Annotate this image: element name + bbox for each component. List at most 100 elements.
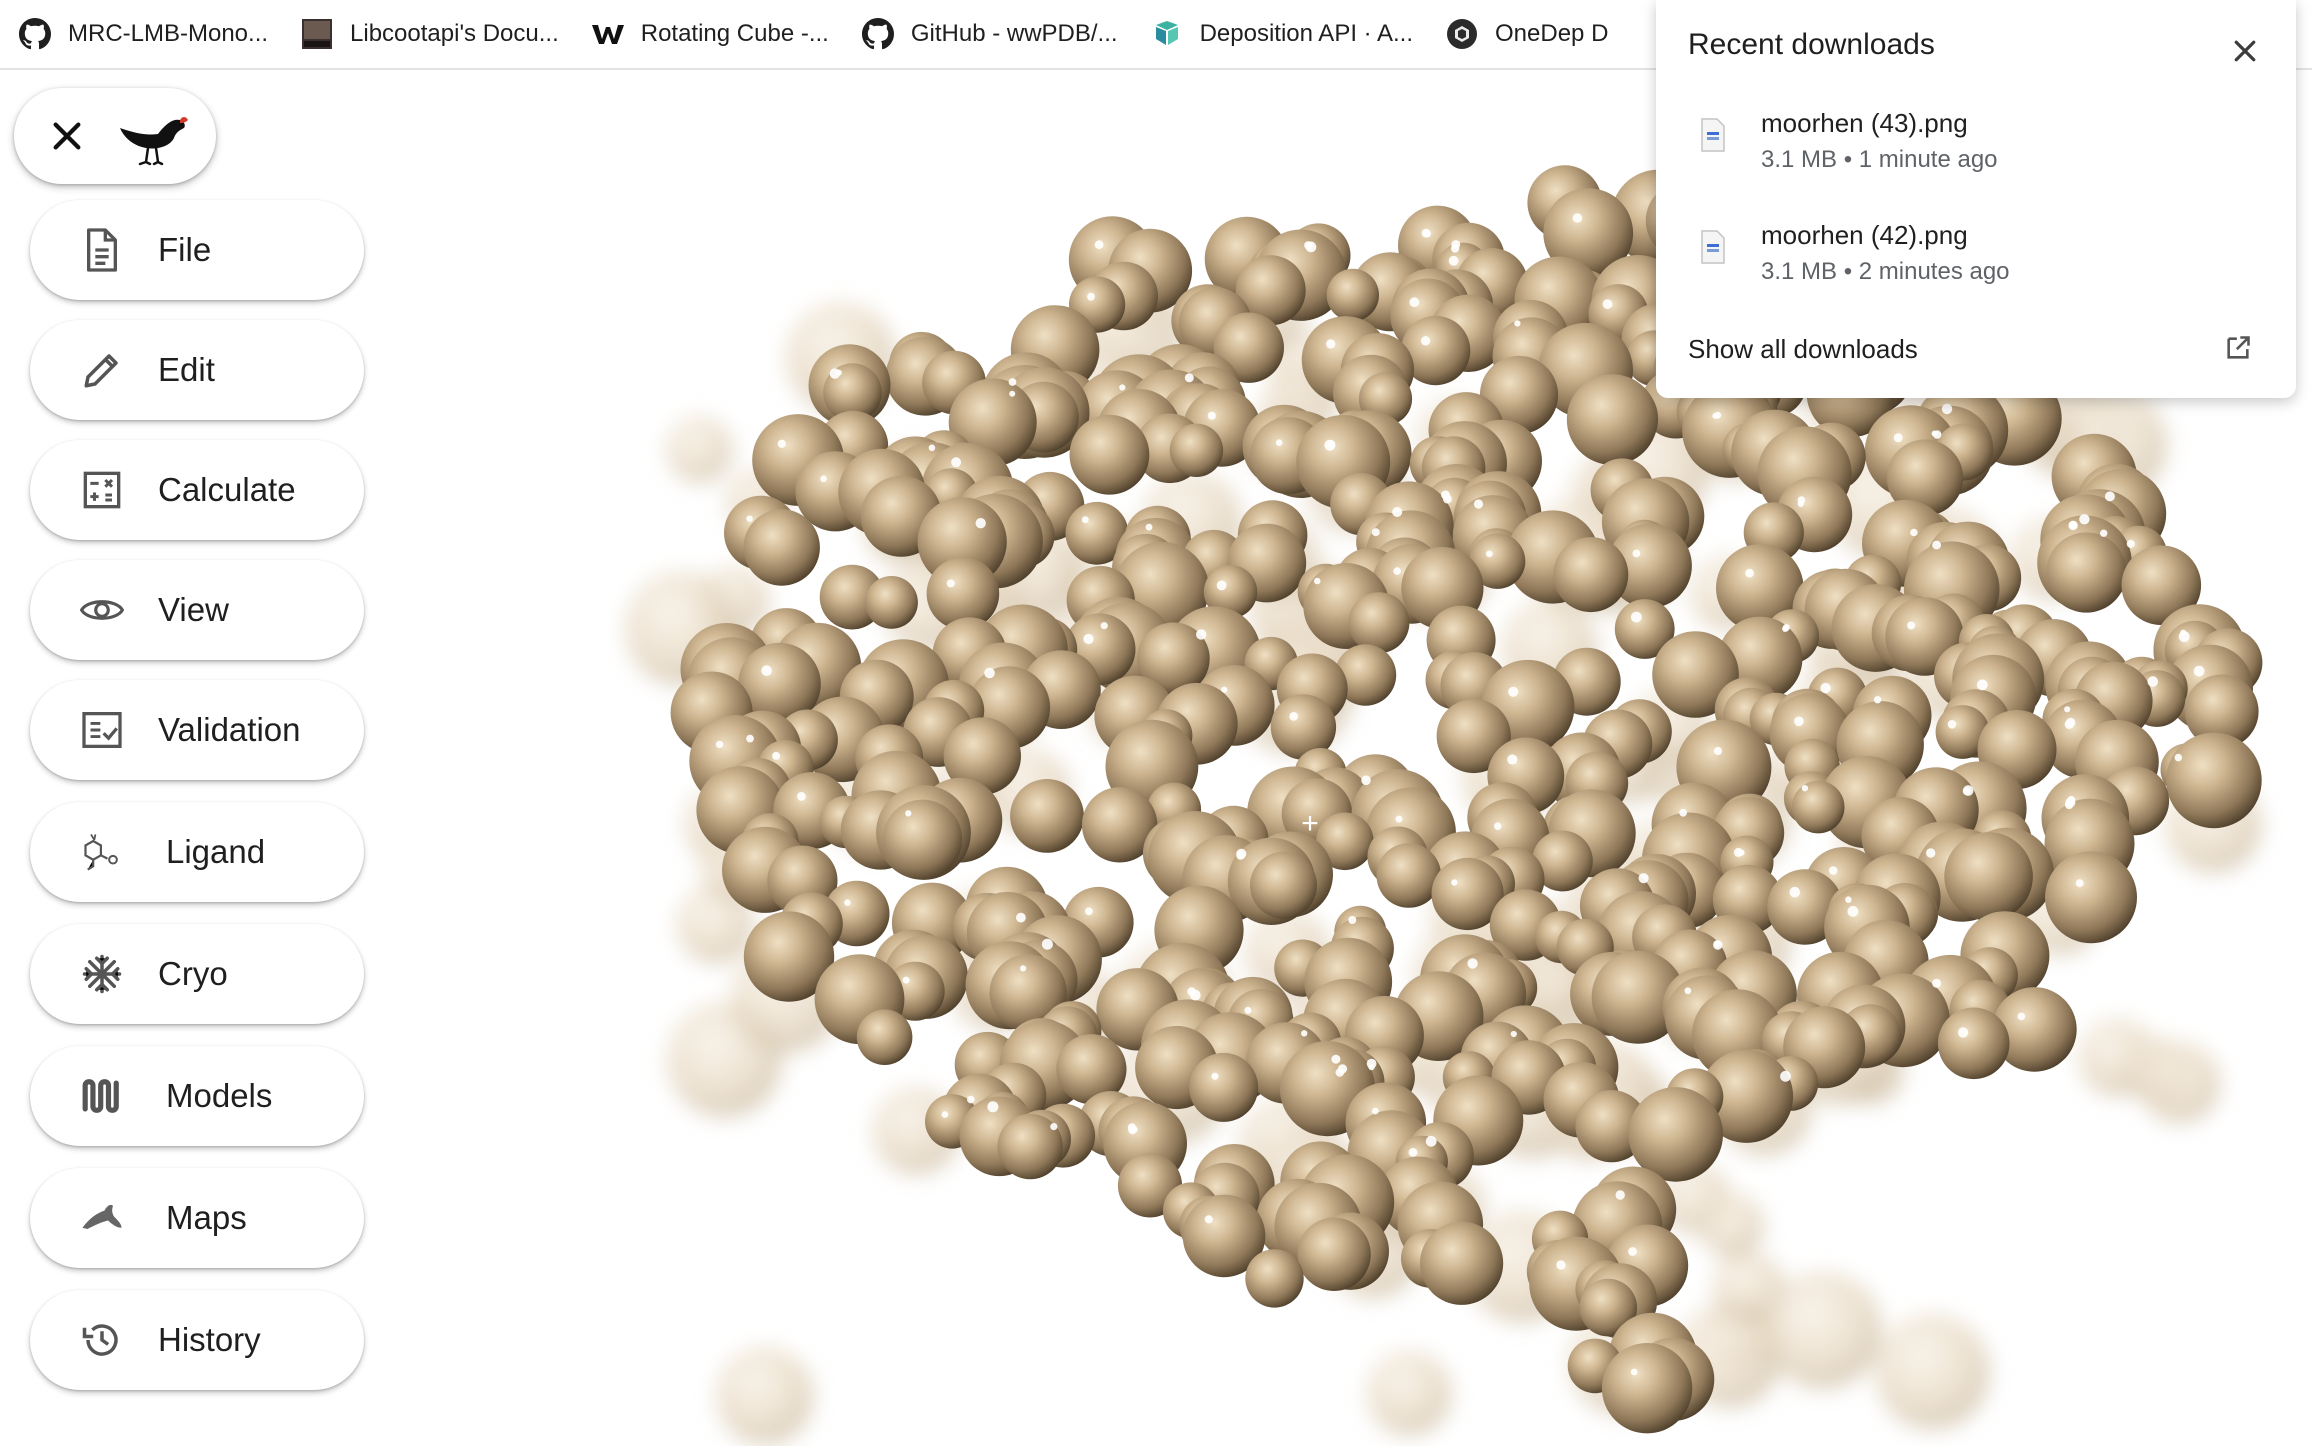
menu-label: Calculate <box>158 471 296 508</box>
surface-atom <box>1628 1087 1723 1182</box>
fog-atom <box>665 416 733 483</box>
specular-glint <box>1409 297 1420 308</box>
specular-glint <box>1507 754 1518 765</box>
open-external-icon[interactable] <box>2224 334 2252 362</box>
menu-ligand-button[interactable]: Ligand <box>30 802 364 902</box>
specular-glint <box>975 518 986 529</box>
specular-glint <box>1828 866 1838 875</box>
specular-glint <box>1947 720 1957 729</box>
menu-calculate-button[interactable]: Calculate <box>30 440 364 540</box>
fog-atom <box>1874 1314 1990 1430</box>
surface-atom <box>2166 732 2262 829</box>
menu-label: Edit <box>158 351 215 388</box>
specular-glint <box>1926 848 1936 858</box>
file-icon <box>80 228 124 272</box>
menu-label: File <box>158 231 212 268</box>
specular-glint <box>1873 696 1882 704</box>
download-item[interactable]: moorhen (42).png 3.1 MB • 2 minutes ago <box>1656 220 2296 320</box>
download-item[interactable]: moorhen (43).png 3.1 MB • 1 minute ago <box>1656 108 2296 208</box>
download-meta: 3.1 MB • 1 minute ago <box>1761 146 1998 173</box>
menu-cryo-button[interactable]: Cryo <box>30 924 364 1024</box>
specular-glint <box>1714 411 1722 419</box>
specular-glint <box>1514 320 1521 327</box>
surface-atom <box>1791 780 1845 834</box>
menu-file-button[interactable]: File <box>30 200 364 300</box>
surface-atom <box>2046 532 2127 613</box>
specular-glint <box>1020 965 1027 972</box>
bookmark-onedep[interactable]: OneDep D <box>1427 8 1622 60</box>
specular-glint <box>902 976 910 984</box>
image-file-icon <box>1701 230 1725 264</box>
surface-atom <box>1937 1007 2010 1080</box>
fog-atom <box>715 1346 814 1445</box>
specular-glint <box>715 740 724 749</box>
specular-glint <box>1782 625 1789 633</box>
menu-models-button[interactable]: Models <box>30 1046 364 1146</box>
image-file-icon <box>1701 118 1725 152</box>
specular-glint <box>1207 411 1216 420</box>
bookmark-deposition-api[interactable]: Deposition API · A... <box>1132 8 1427 60</box>
specular-glint <box>1145 523 1153 531</box>
specular-glint <box>1196 629 1207 640</box>
menu-label: History <box>158 1321 261 1358</box>
surface-atom <box>1553 537 1629 613</box>
menu-view-button[interactable]: View <box>30 560 364 660</box>
specular-glint <box>1314 577 1321 585</box>
bookmark-label: Rotating Cube -... <box>640 20 829 47</box>
surface-atom <box>1566 374 1658 465</box>
menu-history-button[interactable]: History <box>30 1290 364 1390</box>
surface-atom <box>1348 592 1410 654</box>
bookmark-github-wwpdb[interactable]: GitHub - wwPDB/... <box>843 8 1132 60</box>
specular-glint <box>1127 1123 1136 1132</box>
specular-glint <box>1631 611 1642 623</box>
menu-validation-button[interactable]: Validation <box>30 680 364 780</box>
specular-glint <box>1289 712 1299 721</box>
specular-glint <box>1301 1030 1308 1037</box>
specular-glint <box>1361 775 1371 786</box>
snowflake-icon <box>80 952 124 996</box>
calculator-icon <box>80 468 124 512</box>
close-icon[interactable] <box>50 119 84 153</box>
bookmark-mrc-lmb-mono[interactable]: MRC-LMB-Mono... <box>0 8 282 60</box>
specular-glint <box>1425 1135 1437 1147</box>
app-logo-button[interactable] <box>14 88 216 184</box>
mrc-lmb-icon <box>300 17 334 51</box>
fog-atom <box>2138 1042 2220 1124</box>
specular-glint <box>1204 1215 1213 1224</box>
specular-glint <box>1190 989 1201 1001</box>
specular-glint <box>1326 339 1336 349</box>
specular-glint <box>1493 822 1502 830</box>
specular-glint <box>1845 896 1852 903</box>
close-icon[interactable] <box>2230 36 2260 66</box>
download-filename: moorhen (43).png <box>1761 108 1968 138</box>
specular-glint <box>1304 241 1313 250</box>
specular-glint <box>2178 631 2190 643</box>
show-all-downloads-link[interactable]: Show all downloads <box>1688 334 1918 365</box>
specular-glint <box>1443 494 1452 504</box>
surface-atom <box>1944 832 2033 921</box>
history-icon <box>80 1318 124 1362</box>
specular-glint <box>967 1095 975 1104</box>
specular-glint <box>1745 568 1754 578</box>
specular-glint <box>1083 633 1094 645</box>
bookmark-rotating-cube[interactable]: Rotating Cube -... <box>573 8 843 60</box>
menu-maps-button[interactable]: Maps <box>30 1168 364 1268</box>
specular-glint <box>1893 433 1903 443</box>
specular-glint <box>1275 439 1283 447</box>
specular-glint <box>2079 514 2090 525</box>
fog-atom <box>1764 1271 1882 1390</box>
surface-atom <box>1245 1249 1304 1308</box>
specular-glint <box>984 667 995 679</box>
bookmark-libcootapi-docs[interactable]: Libcootapi's Docu... <box>282 8 573 60</box>
surface-atom <box>865 576 918 629</box>
menu-edit-button[interactable]: Edit <box>30 320 364 420</box>
specular-glint <box>1050 1123 1058 1131</box>
specular-glint <box>1348 916 1357 924</box>
specular-glint <box>1016 912 1026 923</box>
bookmark-label: Libcootapi's Docu... <box>350 20 559 47</box>
specular-glint <box>1510 1030 1517 1038</box>
specular-glint <box>1910 528 1918 537</box>
fog-atom <box>1698 1192 1764 1258</box>
specular-glint <box>1244 1006 1252 1014</box>
bookmark-label: Deposition API · A... <box>1199 20 1414 47</box>
